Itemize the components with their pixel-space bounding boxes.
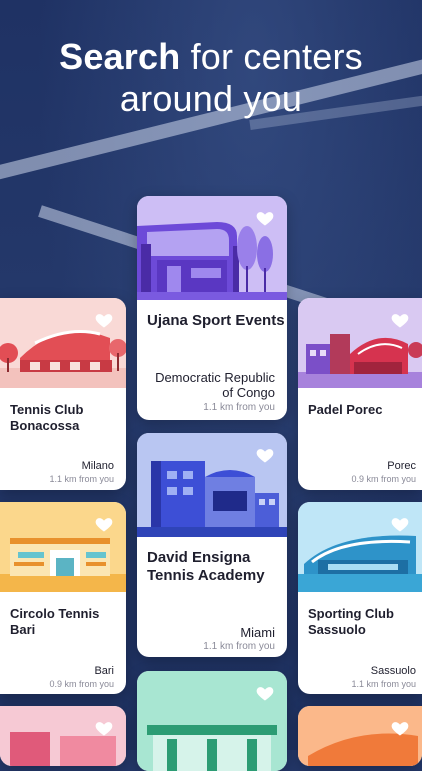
headline: Search for centers around you [0, 36, 422, 120]
venue-location: Porec [387, 460, 416, 472]
venue-card-bari[interactable]: Circolo Tennis Bari Bari 0.9 km from you [0, 502, 126, 694]
venue-title: Ujana Sport Events [147, 312, 285, 329]
venue-location: Milano [81, 460, 114, 472]
venue-location: Miami [240, 625, 275, 640]
venue-card-partial[interactable] [137, 671, 287, 771]
heart-icon[interactable] [94, 718, 114, 738]
venue-distance: 1.1 km from you [49, 474, 114, 484]
heart-icon[interactable] [255, 208, 275, 228]
venue-card-partial[interactable] [298, 706, 422, 766]
headline-strong: Search [59, 36, 181, 77]
venue-card-sassuolo[interactable]: Sporting Club Sassuolo Sassuolo 1.1 km f… [298, 502, 422, 694]
venue-title: Padel Porec [308, 402, 383, 417]
heart-icon[interactable] [255, 445, 275, 465]
venue-title: Circolo Tennis Bari [10, 606, 100, 637]
heart-icon[interactable] [390, 310, 410, 330]
heart-icon[interactable] [390, 514, 410, 534]
heart-icon[interactable] [94, 310, 114, 330]
venue-card-ujana[interactable]: Ujana Sport Events Democratic Republic o… [137, 196, 287, 420]
venue-location: Sassuolo [370, 665, 416, 677]
headline-line2: around you [119, 78, 303, 119]
venue-title: Sporting Club Sassuolo [308, 606, 394, 637]
heart-icon[interactable] [390, 718, 410, 738]
heart-icon[interactable] [255, 683, 275, 703]
venue-distance: 1.1 km from you [351, 679, 416, 689]
venue-card-bonacossa[interactable]: Tennis Club Bonacossa Milano 1.1 km from… [0, 298, 126, 490]
venue-distance: 1.1 km from you [203, 641, 275, 652]
venue-distance: 0.9 km from you [49, 679, 114, 689]
venue-title: Tennis Club Bonacossa [10, 402, 84, 433]
venue-title: David Ensigna Tennis Academy [147, 549, 265, 584]
headline-rest: for centers [180, 36, 363, 77]
venue-location: Bari [94, 665, 114, 677]
venue-distance: 0.9 km from you [351, 474, 416, 484]
venue-card-ensigna[interactable]: David Ensigna Tennis Academy Miami 1.1 k… [137, 433, 287, 657]
venue-distance: 1.1 km from you [203, 402, 275, 413]
heart-icon[interactable] [94, 514, 114, 534]
venue-location: Democratic Republic of Congo [155, 370, 275, 400]
venue-card-porec[interactable]: Padel Porec Porec 0.9 km from you [298, 298, 422, 490]
venue-card-partial[interactable] [0, 706, 126, 766]
